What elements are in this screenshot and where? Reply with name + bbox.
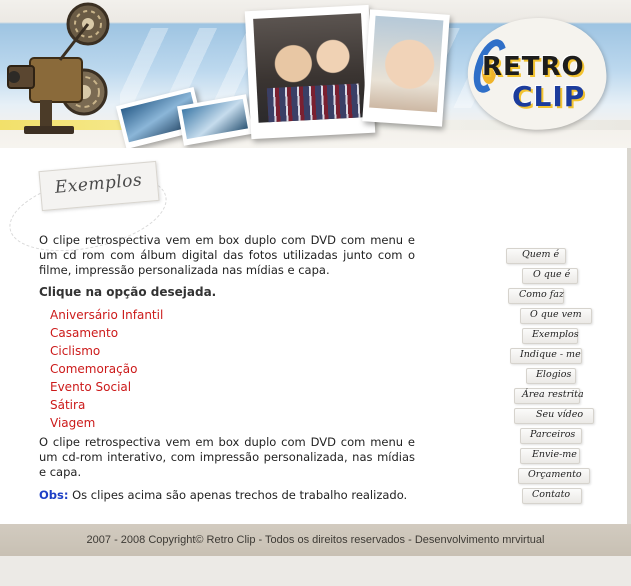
nav-label: Como faz [519,289,564,300]
nav-item-area-restrita[interactable]: Área restrita [500,386,600,406]
choose-option-prompt: Clique na opção desejada. [39,285,217,299]
panel-edge [627,148,631,524]
retro-clip-logo[interactable]: RETRO CLIP [462,11,612,137]
photo-baby [362,9,450,127]
example-options-list: Aniversário Infantil Casamento Ciclismo … [50,306,163,432]
option-comemoracao[interactable]: Comemoração [50,360,163,378]
option-viagem[interactable]: Viagem [50,414,163,432]
nav-label: Exemplos [532,329,579,340]
main-content: Exemplos O clipe retrospectiva vem em bo… [0,148,631,524]
outro-paragraph: O clipe retrospectiva vem em box duplo c… [39,435,415,479]
nav-label: O que é [533,269,571,280]
copyright-text: 2007 - 2008 Copyright© Retro Clip - Todo… [86,534,545,546]
nav-label: Quem é [522,249,560,260]
option-ciclismo[interactable]: Ciclismo [50,342,163,360]
nav-label: Parceiros [530,429,576,440]
nav-item-o-que-vem[interactable]: O que vem [500,306,600,326]
option-satira[interactable]: Sátira [50,396,163,414]
nav-label: Seu vídeo [536,409,584,420]
nav-item-exemplos[interactable]: Exemplos [500,326,600,346]
nav-item-quem-e[interactable]: Quem é [500,246,600,266]
nav-item-contato[interactable]: Contato [500,486,600,506]
nav-item-envie-me[interactable]: Envie-me [500,446,600,466]
page-bottom [0,556,631,586]
nav-item-o-que-e[interactable]: O que é [500,266,600,286]
nav-item-como-faz[interactable]: Como faz [500,286,600,306]
nav-label: Elogios [536,369,572,380]
nav-label: Indique - me [520,349,581,360]
note-label: Obs: [39,488,69,502]
nav-label: O que vem [530,309,582,320]
note: Obs: Os clipes acima são apenas trechos … [39,488,407,502]
nav-item-indique-me[interactable]: Indique - me [500,346,600,366]
nav-item-parceiros[interactable]: Parceiros [500,426,600,446]
nav-label: Orçamento [528,469,582,480]
option-evento-social[interactable]: Evento Social [50,378,163,396]
nav-item-orcamento[interactable]: Orçamento [500,466,600,486]
side-navigation: Quem é O que é Como faz O que vem Exempl… [500,246,600,506]
intro-paragraph: O clipe retrospectiva vem em box duplo c… [39,233,415,277]
option-aniversario-infantil[interactable]: Aniversário Infantil [50,306,163,324]
nav-label: Área restrita [522,389,584,400]
logo-word-retro: RETRO [482,52,585,82]
nav-item-elogios[interactable]: Elogios [500,366,600,386]
logo-word-clip: CLIP [512,80,586,113]
nav-item-seu-video[interactable]: Seu vídeo [500,406,600,426]
page-title: Exemplos [54,170,144,198]
footer: 2007 - 2008 Copyright© Retro Clip - Todo… [0,524,631,556]
header-banner: RETRO CLIP [0,0,631,148]
photo-couple [244,4,376,140]
nav-label: Contato [532,489,571,500]
note-text: Os clipes acima são apenas trechos de tr… [68,488,408,502]
option-casamento[interactable]: Casamento [50,324,163,342]
film-projector-icon [7,2,110,134]
nav-label: Envie-me [532,449,577,460]
